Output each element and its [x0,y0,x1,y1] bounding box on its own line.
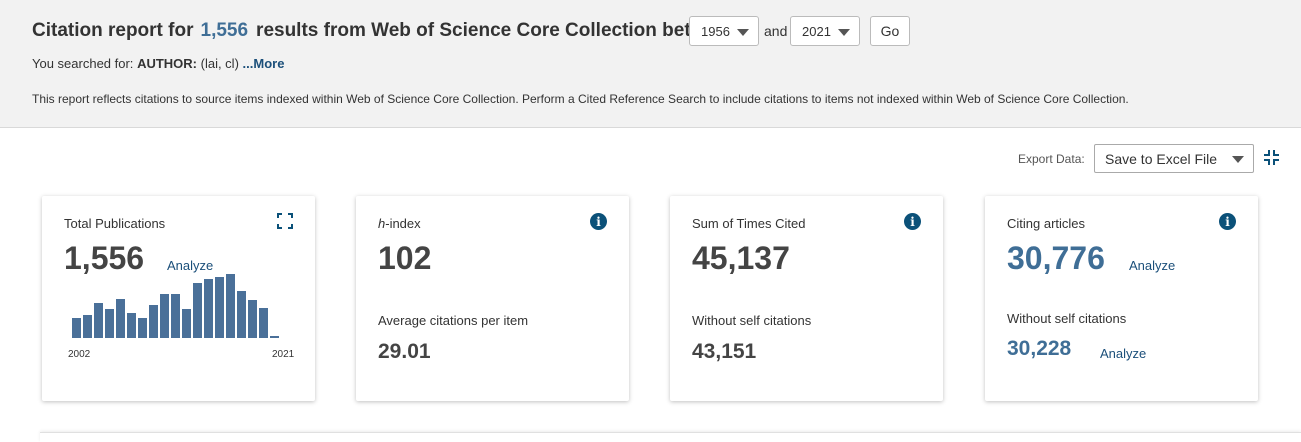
info-icon[interactable]: i [590,213,607,230]
card-label: Citing articles [1007,216,1086,231]
citing-articles-card: Citing articles i 30,776 Analyze Without… [985,196,1258,401]
searched-value: (lai, cl) [200,56,239,71]
chart-bar-2007 [127,312,136,338]
chart-bar-2012 [182,309,191,338]
info-icon[interactable]: i [904,213,921,230]
export-select[interactable]: Save to Excel File [1094,144,1254,173]
more-link[interactable]: ...More [243,56,285,71]
report-header: Citation report for 1,556 results from W… [0,0,1301,128]
year-to-select[interactable]: 2021 [790,16,860,46]
searched-field: AUTHOR: [137,56,197,71]
index-text: -index [385,216,421,231]
chart-bar-2003 [83,314,92,338]
chart-bar-2006 [116,299,125,338]
chart-bar-2015 [215,276,224,338]
analyze-link[interactable]: Analyze [167,258,213,273]
chart-bar-2010 [160,294,169,338]
analyze-link[interactable]: Analyze [1129,258,1175,273]
times-cited-value: 45,137 [692,240,790,276]
chart-bar-2011 [171,294,180,338]
citing-articles-value: 30,776 [1007,240,1105,276]
chart-bar-2016 [226,273,235,338]
chart-bar-2002 [72,318,81,338]
card-label: h-index [378,216,421,231]
year-to-value: 2021 [802,23,831,39]
report-note: This report reflects citations to source… [32,92,1129,106]
year-from-value: 1956 [701,23,730,39]
searched-prefix: You searched for: [32,56,134,71]
avg-citations-label: Average citations per item [378,313,529,328]
publications-bar-chart [72,272,292,338]
go-button[interactable]: Go [870,16,910,46]
expand-icon[interactable] [277,213,293,229]
avg-citations-value: 29.01 [378,340,431,363]
info-icon[interactable]: i [1219,213,1236,230]
chart-bar-2004 [94,303,103,338]
chart-end-year: 2021 [272,349,295,360]
chevron-down-icon [737,29,749,36]
export-label: Export Data: [1018,152,1085,166]
next-section-edge [40,432,1301,442]
card-label: Total Publications [64,216,166,231]
chevron-down-icon [838,29,850,36]
chart-bar-2009 [149,305,158,338]
h-index-card: h-index i 102 Average citations per item… [356,196,629,401]
chart-bar-2013 [193,282,202,338]
chart-bar-2014 [204,279,213,338]
analyze-link[interactable]: Analyze [1100,346,1146,361]
chart-bar-2019 [259,308,268,338]
report-title: Citation report for 1,556 results from W… [32,16,738,46]
without-self-citations-value: 43,151 [692,340,757,363]
collapse-icon[interactable] [1263,149,1280,166]
export-selected: Save to Excel File [1105,150,1218,167]
times-cited-card: Sum of Times Cited i 45,137 Without self… [670,196,943,401]
chart-start-year: 2002 [68,349,91,360]
without-self-citations-label: Without self citations [692,313,812,328]
chart-bar-2017 [237,291,246,338]
title-prefix: Citation report for [32,20,194,41]
h-index-value: 102 [378,240,432,276]
chart-bar-2008 [138,317,147,338]
citing-without-self-value: 30,228 [1007,337,1072,360]
card-label: Sum of Times Cited [692,216,806,231]
citing-without-self-label: Without self citations [1007,311,1127,326]
chart-bar-2005 [105,309,114,338]
chevron-down-icon [1232,156,1244,163]
title-suffix: results from Web of Science Core Collect… [256,20,739,41]
and-label: and [764,23,788,39]
chart-bar-2020 [270,335,279,338]
total-publications-card: Total Publications 1,556 Analyze 2002 20… [42,196,315,401]
chart-bar-2018 [248,299,257,338]
result-count: 1,556 [200,20,249,41]
search-summary: You searched for: AUTHOR: (lai, cl) ...M… [32,56,284,71]
year-from-select[interactable]: 1956 [689,16,759,46]
